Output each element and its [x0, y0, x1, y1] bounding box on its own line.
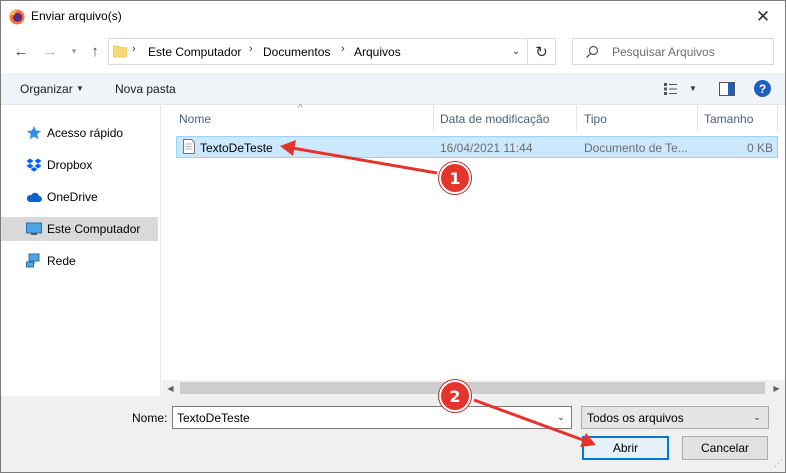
column-header-modified[interactable]: Data de modificação [440, 106, 549, 132]
new-folder-button[interactable]: Nova pasta [115, 82, 176, 96]
refresh-icon: ↻ [535, 43, 548, 61]
address-history-button[interactable]: ⌄ [505, 39, 527, 64]
sort-ascending-icon: ^ [298, 103, 303, 114]
column-header-size[interactable]: Tamanho [704, 106, 753, 132]
address-bar[interactable]: › Este Computador › Documentos › Arquivo… [108, 38, 528, 65]
preview-pane-icon[interactable] [719, 82, 735, 96]
sidebar-item-dropbox[interactable]: Dropbox [1, 153, 158, 177]
breadcrumb-item[interactable]: Documentos [263, 45, 330, 59]
view-options-icon[interactable] [664, 83, 682, 95]
file-dialog-window: Enviar arquivo(s) ✕ ← → ▾ ↑ › Este Compu… [0, 0, 786, 473]
search-box[interactable] [572, 38, 774, 65]
arrow-up-icon: ↑ [91, 42, 99, 60]
open-button[interactable]: Abrir [582, 436, 669, 460]
close-button[interactable]: ✕ [741, 1, 785, 32]
organize-button[interactable]: Organizar [20, 82, 73, 96]
scroll-right-icon[interactable]: ▶ [768, 380, 785, 396]
title-bar: Enviar arquivo(s) ✕ [1, 1, 785, 32]
column-header-type[interactable]: Tipo [584, 106, 607, 132]
arrow-right-icon: → [42, 42, 58, 60]
sidebar-item-quick-access[interactable]: Acesso rápido [1, 121, 158, 145]
sidebar-item-this-pc[interactable]: Este Computador [1, 217, 158, 241]
navigation-pane: Acesso rápido Dropbox OneDrive Este Comp… [1, 106, 161, 396]
breadcrumb-item[interactable]: Este Computador [148, 45, 241, 59]
arrow-left-icon: ← [13, 42, 29, 60]
filename-input[interactable] [177, 407, 547, 428]
caret-down-icon[interactable]: ▼ [689, 84, 697, 93]
computer-icon [26, 222, 42, 235]
recent-locations-button[interactable]: ▾ [65, 40, 83, 62]
caret-down-icon: ▼ [76, 84, 84, 93]
column-divider[interactable] [777, 106, 778, 132]
file-size: 0 KB [747, 141, 774, 155]
close-icon: ✕ [755, 6, 771, 26]
dropbox-icon [26, 158, 42, 172]
file-type: Documento de Te... [584, 141, 688, 155]
sidebar-item-label: Este Computador [47, 222, 141, 236]
sidebar-item-label: Dropbox [47, 158, 93, 172]
column-divider[interactable] [697, 106, 698, 132]
scroll-left-icon[interactable]: ◀ [162, 380, 179, 396]
file-type-select[interactable]: Todos os arquivos ⌄ [581, 406, 769, 429]
breadcrumb-separator-icon: › [341, 43, 345, 55]
firefox-icon [9, 9, 25, 25]
chevron-down-icon: ⌄ [753, 412, 761, 422]
annotation-badge-2: 2 [439, 380, 471, 412]
forward-button[interactable]: → [41, 40, 59, 62]
file-row[interactable]: TextoDeTeste 16/04/2021 11:44 Documento … [176, 136, 778, 158]
search-input[interactable] [612, 39, 762, 64]
breadcrumb-separator-icon: › [132, 43, 136, 55]
filename-combobox[interactable]: ⌄ [172, 406, 572, 429]
folder-icon [113, 45, 127, 58]
back-button[interactable]: ← [12, 40, 30, 62]
column-divider[interactable] [576, 106, 577, 132]
filename-dropdown-button[interactable]: ⌄ [551, 407, 571, 428]
star-icon [27, 126, 41, 140]
cloud-icon [26, 192, 42, 202]
column-divider[interactable] [433, 106, 434, 132]
resize-grip-icon[interactable]: ⋰ [774, 458, 783, 469]
sidebar-item-label: Acesso rápido [47, 126, 124, 140]
column-header-name[interactable]: Nome [179, 106, 211, 132]
breadcrumb-item[interactable]: Arquivos [354, 45, 401, 59]
command-toolbar: Organizar ▼ Nova pasta ▼ [1, 73, 785, 105]
sidebar-item-label: Rede [47, 254, 76, 268]
scrollbar-thumb[interactable] [180, 382, 765, 394]
sidebar-item-network[interactable]: Rede [1, 249, 158, 273]
text-document-icon [183, 139, 195, 154]
file-name: TextoDeTeste [200, 141, 273, 155]
network-icon [26, 253, 40, 268]
file-list[interactable]: ^ Nome Data de modificação Tipo Tamanho … [162, 103, 785, 396]
file-modified: 16/04/2021 11:44 [440, 141, 533, 155]
breadcrumb-separator-icon: › [249, 43, 253, 55]
filename-label: Nome: [132, 411, 168, 425]
sidebar-item-label: OneDrive [47, 190, 98, 204]
chevron-down-icon: ⌄ [511, 46, 521, 57]
chevron-down-icon: ⌄ [557, 412, 565, 422]
sidebar-item-onedrive[interactable]: OneDrive [1, 185, 158, 209]
search-icon [586, 45, 599, 58]
help-icon[interactable]: ? [754, 80, 771, 97]
bottom-panel: Nome: ⌄ Todos os arquivos ⌄ Abrir Cancel… [1, 396, 785, 472]
horizontal-scrollbar[interactable]: ◀ ▶ [162, 380, 785, 396]
chevron-down-icon: ▾ [71, 45, 77, 56]
up-button[interactable]: ↑ [86, 40, 104, 62]
file-type-value: Todos os arquivos [587, 411, 684, 425]
refresh-button[interactable]: ↻ [528, 38, 556, 65]
cancel-button[interactable]: Cancelar [682, 436, 768, 460]
annotation-badge-1: 1 [439, 162, 471, 194]
window-title: Enviar arquivo(s) [31, 9, 122, 23]
